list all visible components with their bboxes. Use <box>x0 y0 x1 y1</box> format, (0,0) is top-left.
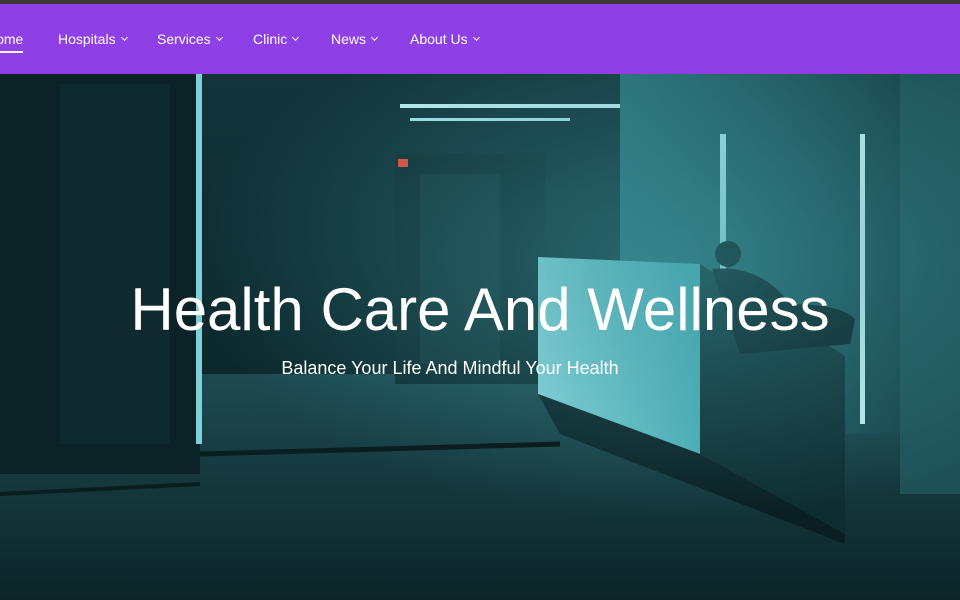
chevron-down-icon <box>370 33 379 42</box>
main-navbar: Home Hospitals Services Clinic News Abou… <box>0 4 960 74</box>
nav-item-services[interactable]: Services <box>157 4 223 74</box>
hero-title: Health Care And Wellness <box>130 276 830 343</box>
nav-item-news[interactable]: News <box>331 4 379 74</box>
nav-item-home[interactable]: Home <box>0 4 24 74</box>
nav-item-about-us[interactable]: About Us <box>410 4 480 74</box>
chevron-down-icon <box>120 33 128 42</box>
hero-banner: Health Care And Wellness Balance Your Li… <box>0 74 960 600</box>
nav-item-label: About Us <box>410 31 468 47</box>
nav-item-hospitals[interactable]: Hospitals <box>58 4 128 74</box>
nav-item-clinic[interactable]: Clinic <box>253 4 300 74</box>
nav-item-label: Home <box>0 31 24 47</box>
chevron-down-icon <box>215 33 223 42</box>
nav-item-label: Hospitals <box>58 31 116 47</box>
nav-item-label: Clinic <box>253 31 288 47</box>
hero-subtitle: Balance Your Life And Mindful Your Healt… <box>281 358 619 378</box>
nav-item-label: Services <box>157 31 211 47</box>
active-nav-underline <box>0 51 24 53</box>
chevron-down-icon <box>472 33 480 42</box>
chevron-down-icon <box>292 33 300 42</box>
nav-item-label: News <box>331 31 367 47</box>
